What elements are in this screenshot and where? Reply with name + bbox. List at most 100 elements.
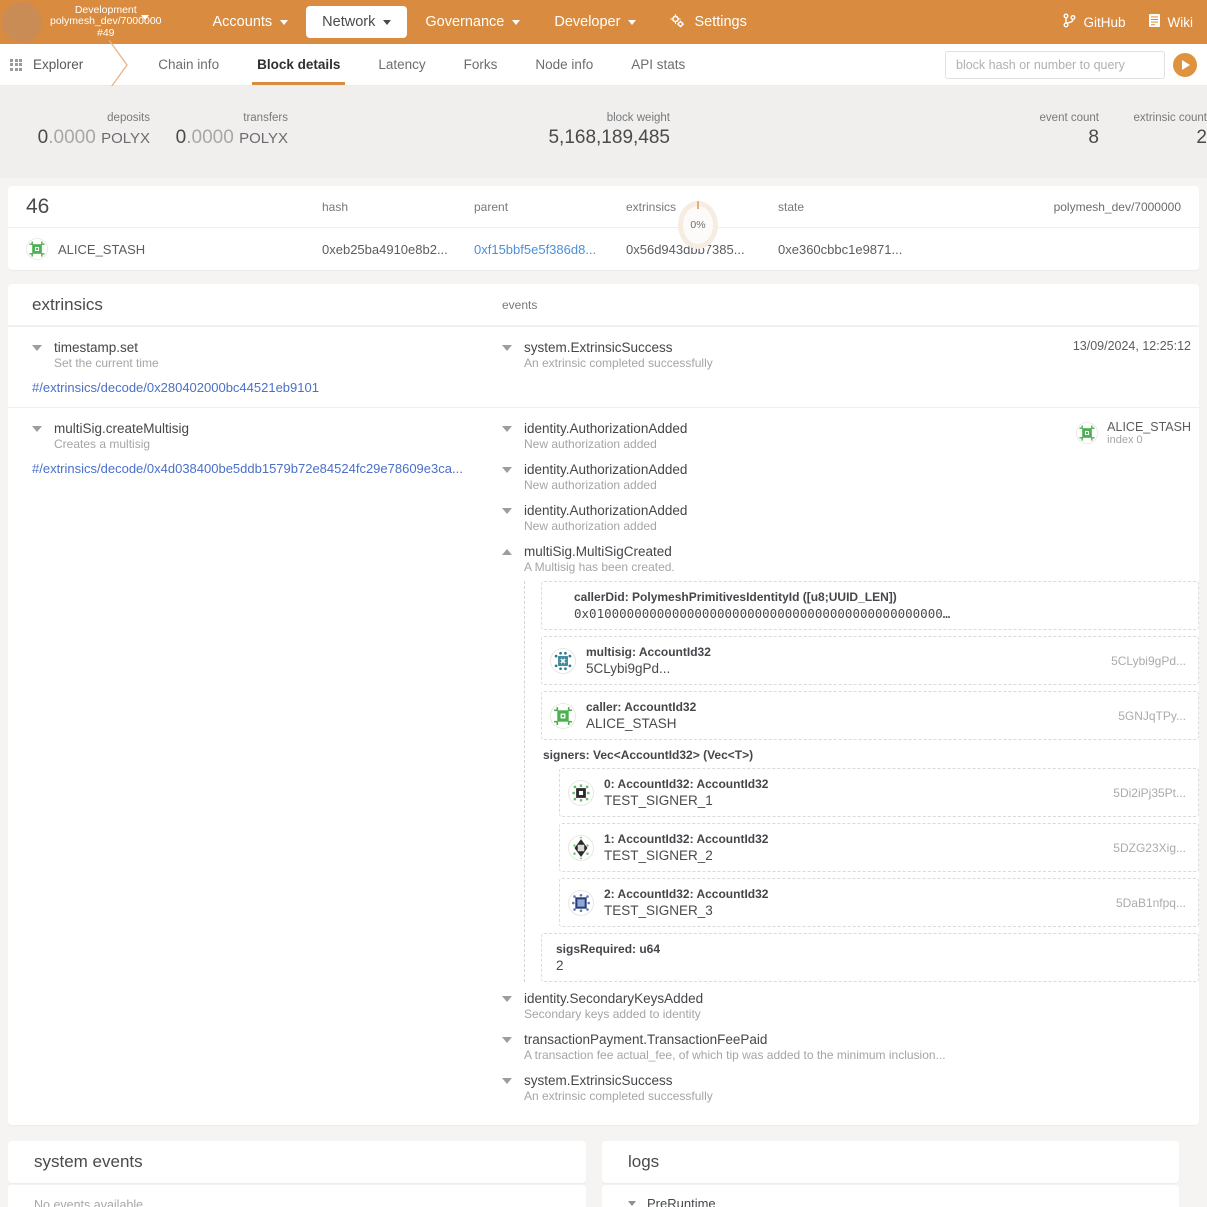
sub-navigation-bar: Explorer Chain info Block details Latenc… bbox=[0, 44, 1207, 86]
event-desc: New authorization added bbox=[524, 437, 687, 452]
system-events-body: No events available bbox=[8, 1185, 586, 1207]
event-entry: identity.AuthorizationAdded New authoriz… bbox=[502, 420, 1199, 461]
event-name: multiSig.MultiSigCreated bbox=[524, 543, 675, 560]
col-header-state: state bbox=[778, 200, 936, 214]
extrinsic-info: timestamp.set Set the current time #/ext… bbox=[8, 327, 502, 407]
chevron-down-icon bbox=[141, 15, 149, 20]
chevron-down-icon[interactable] bbox=[502, 508, 512, 514]
tab-chain-info[interactable]: Chain info bbox=[139, 44, 238, 85]
event-entry: transactionPayment.TransactionFeePaid A … bbox=[502, 1031, 1199, 1063]
chain-selector[interactable]: Development polymesh_dev/7000000 #49 bbox=[50, 5, 175, 40]
signer-item: 0: AccountId32: AccountId32 TEST_SIGNER_… bbox=[559, 768, 1199, 817]
breadcrumb-explorer[interactable]: Explorer bbox=[0, 44, 101, 85]
tab-api-stats[interactable]: API stats bbox=[612, 44, 704, 85]
nav-item-governance[interactable]: Governance bbox=[409, 6, 536, 38]
gear-icon bbox=[670, 14, 686, 30]
event-account: ALICE_STASH index 0 bbox=[1076, 420, 1199, 446]
events-list: identity.AuthorizationAdded New authoriz… bbox=[502, 408, 1199, 1125]
search-input[interactable] bbox=[945, 51, 1165, 79]
event-name: system.ExtrinsicSuccess bbox=[524, 339, 713, 356]
chevron-down-icon[interactable] bbox=[502, 1078, 512, 1084]
summary-value: 0.0000 POLYX bbox=[148, 127, 288, 149]
nav-item-label: Developer bbox=[554, 14, 620, 30]
transfers-int: 0 bbox=[176, 127, 187, 148]
transfers-dec: .0000 bbox=[186, 127, 234, 148]
chain-spec-value: polymesh_dev/7000000 bbox=[1054, 200, 1181, 214]
event-name: system.ExtrinsicSuccess bbox=[524, 1072, 713, 1089]
event-main: identity.AuthorizationAdded New authoriz… bbox=[502, 420, 687, 452]
tab-forks[interactable]: Forks bbox=[445, 44, 517, 85]
signer-item: 1: AccountId32: AccountId32 TEST_SIGNER_… bbox=[559, 823, 1199, 872]
signer-item: 2: AccountId32: AccountId32 TEST_SIGNER_… bbox=[559, 878, 1199, 927]
tab-label: Forks bbox=[464, 57, 498, 72]
summary-value: 2 bbox=[1077, 127, 1207, 149]
extrinsic-decode-link[interactable]: #/extrinsics/decode/0x280402000bc44521eb… bbox=[32, 380, 502, 395]
chevron-down-icon[interactable] bbox=[502, 996, 512, 1002]
summary-label: block weight bbox=[455, 112, 670, 124]
chevron-down-icon[interactable] bbox=[32, 426, 42, 432]
param-address: 5GNJqTPy... bbox=[1104, 709, 1186, 723]
github-link[interactable]: GitHub bbox=[1063, 13, 1125, 31]
wiki-link[interactable]: Wiki bbox=[1148, 13, 1194, 31]
sub-tabs: Chain info Block details Latency Forks N… bbox=[139, 44, 704, 85]
extrinsic-desc: Set the current time bbox=[54, 356, 159, 371]
app-logo bbox=[2, 2, 42, 42]
param-value: 2 bbox=[556, 958, 1186, 973]
deposits-int: 0 bbox=[38, 127, 49, 148]
chevron-down-icon bbox=[512, 20, 520, 25]
block-data-row: ALICE_STASH 0xeb25ba4910e8b2... 0xf15bbf… bbox=[8, 228, 1199, 270]
system-events-title: system events bbox=[8, 1141, 586, 1183]
nav-item-network[interactable]: Network bbox=[306, 6, 407, 38]
identicon-avatar bbox=[568, 890, 594, 916]
extrinsic-decode-link[interactable]: #/extrinsics/decode/0x4d038400be5ddb1579… bbox=[32, 461, 502, 476]
chevron-down-icon[interactable] bbox=[502, 1037, 512, 1043]
event-name: transactionPayment.TransactionFeePaid bbox=[524, 1031, 946, 1048]
log-item-prerun time[interactable]: PreRuntime bbox=[602, 1185, 1179, 1207]
block-state-root: 0xe360cbbc1e9871... bbox=[778, 242, 936, 257]
chevron-down-icon[interactable] bbox=[502, 426, 512, 432]
tab-label: Block details bbox=[257, 57, 340, 72]
param-label: sigsRequired: u64 bbox=[556, 942, 1186, 956]
breadcrumb-separator-icon bbox=[101, 44, 135, 85]
chevron-down-icon[interactable] bbox=[502, 467, 512, 473]
block-weight-gauge: 0% bbox=[678, 201, 718, 249]
identicon-avatar bbox=[568, 780, 594, 806]
block-summary-bar: deposits 0.0000 POLYX transfers 0.0000 P… bbox=[0, 86, 1207, 178]
chevron-down-icon bbox=[628, 20, 636, 25]
event-desc: New authorization added bbox=[524, 519, 687, 534]
identicon-avatar bbox=[568, 835, 594, 861]
nav-item-settings[interactable]: Settings bbox=[654, 6, 762, 38]
summary-extrinsic-count: extrinsic count 2 bbox=[1077, 112, 1207, 149]
search-submit-button[interactable] bbox=[1173, 53, 1197, 77]
chevron-down-icon bbox=[628, 1201, 636, 1206]
tab-node-info[interactable]: Node info bbox=[516, 44, 612, 85]
chevron-up-icon[interactable] bbox=[502, 549, 512, 555]
main-nav: Accounts Network Governance Developer bbox=[197, 0, 763, 44]
block-author[interactable]: ALICE_STASH bbox=[26, 238, 322, 260]
tab-block-details[interactable]: Block details bbox=[238, 44, 359, 85]
nav-item-accounts[interactable]: Accounts bbox=[197, 6, 305, 38]
chevron-down-icon[interactable] bbox=[32, 345, 42, 351]
extrinsic-desc: Creates a multisig bbox=[54, 437, 189, 452]
event-desc: Secondary keys added to identity bbox=[524, 1007, 703, 1022]
block-details-card: 46 hash parent extrinsics state polymesh… bbox=[8, 186, 1199, 270]
gauge-percent: 0% bbox=[690, 219, 705, 231]
nav-item-developer[interactable]: Developer bbox=[538, 6, 652, 38]
summary-deposits: deposits 0.0000 POLYX bbox=[0, 112, 150, 149]
tab-latency[interactable]: Latency bbox=[359, 44, 444, 85]
logs-body: PreRuntime Seal bbox=[602, 1185, 1179, 1207]
account-name: ALICE_STASH bbox=[1107, 420, 1191, 434]
deposits-unit: POLYX bbox=[101, 130, 150, 147]
log-label: PreRuntime bbox=[647, 1196, 716, 1207]
param-caller: caller: AccountId32 ALICE_STASH 5GNJqTPy… bbox=[541, 691, 1199, 740]
summary-value: 0.0000 POLYX bbox=[0, 127, 150, 149]
events-list: system.ExtrinsicSuccess An extrinsic com… bbox=[502, 327, 1199, 407]
block-parent-link[interactable]: 0xf15bbf5e5f386d8... bbox=[474, 242, 626, 257]
chevron-down-icon[interactable] bbox=[502, 345, 512, 351]
block-search bbox=[945, 51, 1197, 79]
bottom-panels: system events No events available logs P… bbox=[8, 1141, 1199, 1207]
block-hash-value: 0xeb25ba4910e8b2... bbox=[322, 242, 474, 257]
extrinsic-entry: multiSig.createMultisig Creates a multis… bbox=[32, 420, 502, 452]
signers-list: 0: AccountId32: AccountId32 TEST_SIGNER_… bbox=[559, 768, 1199, 927]
nav-item-label: Settings bbox=[694, 14, 746, 30]
